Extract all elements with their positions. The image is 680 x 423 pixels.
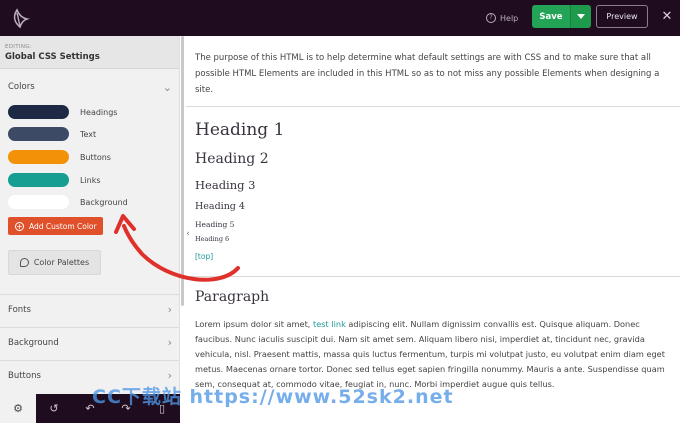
- paragraph-heading: Paragraph: [195, 289, 270, 305]
- section-label: Background: [8, 337, 59, 348]
- heading-3: Heading 3: [195, 178, 256, 192]
- help-label: Help: [500, 13, 519, 23]
- section-fonts[interactable]: Fonts ›: [0, 294, 179, 324]
- chevron-right-icon: ›: [167, 303, 172, 316]
- color-palettes-button[interactable]: Color Palettes: [8, 250, 101, 275]
- chevron-down-icon: ⌄: [162, 80, 172, 94]
- divider: [186, 276, 680, 277]
- color-item-headings[interactable]: Headings: [8, 105, 117, 119]
- color-label: Buttons: [80, 152, 111, 162]
- color-label: Links: [80, 175, 101, 185]
- section-label: Buttons: [8, 370, 41, 381]
- preview-content: The purpose of this HTML is to help dete…: [186, 36, 680, 423]
- paragraph-text-end: adipiscing elit. Nullam dignissim conval…: [195, 319, 665, 389]
- section-label: Fonts: [8, 304, 31, 315]
- top-bar: ? Help Save Preview ✕: [0, 0, 680, 36]
- color-swatch[interactable]: [8, 173, 69, 187]
- color-label: Background: [80, 197, 128, 207]
- palette-icon: [19, 258, 29, 267]
- add-custom-color-button[interactable]: + Add Custom Color: [8, 217, 103, 235]
- chevron-right-icon: ›: [167, 369, 172, 382]
- color-swatch[interactable]: [8, 150, 69, 164]
- color-swatch[interactable]: [8, 105, 69, 119]
- save-options-dropdown[interactable]: [570, 5, 591, 28]
- watermark-text: CC下载站 https://www.52sk2.net: [92, 386, 454, 408]
- save-button[interactable]: Save: [532, 5, 570, 28]
- intro-text: The purpose of this HTML is to help dete…: [195, 53, 660, 95]
- sprout-logo-icon[interactable]: [8, 6, 32, 30]
- color-item-buttons[interactable]: Buttons: [8, 150, 111, 164]
- add-custom-color-label: Add Custom Color: [29, 221, 97, 231]
- color-item-text[interactable]: Text: [8, 127, 96, 141]
- chevron-right-icon: ›: [167, 336, 172, 349]
- editing-header: EDITING: Global CSS Settings: [0, 36, 179, 69]
- color-label: Headings: [80, 107, 118, 117]
- color-item-background[interactable]: Background: [8, 195, 128, 209]
- close-icon[interactable]: ✕: [660, 10, 674, 24]
- divider: [186, 106, 680, 107]
- color-label: Text: [80, 129, 97, 139]
- editing-label: EDITING:: [5, 44, 32, 50]
- editing-title: Global CSS Settings: [5, 52, 100, 62]
- gear-icon[interactable]: ⚙: [0, 394, 36, 423]
- section-colors-label: Colors: [8, 82, 35, 92]
- question-circle-icon: ?: [486, 13, 496, 23]
- help-button[interactable]: ? Help: [486, 10, 518, 26]
- color-item-links[interactable]: Links: [8, 173, 101, 187]
- color-swatch[interactable]: [8, 195, 69, 209]
- paragraph-text: Lorem ipsum dolor sit amet, test link ad…: [195, 317, 675, 392]
- plus-circle-icon: +: [15, 221, 24, 231]
- history-icon[interactable]: ↺: [36, 394, 72, 423]
- color-palettes-label: Color Palettes: [33, 258, 90, 267]
- section-colors[interactable]: Colors ⌄: [0, 72, 179, 102]
- preview-button[interactable]: Preview: [596, 5, 648, 28]
- test-link[interactable]: test link: [313, 319, 346, 329]
- save-button-group: Save: [532, 5, 591, 28]
- heading-2: Heading 2: [195, 151, 269, 167]
- heading-1: Heading 1: [195, 120, 285, 140]
- annotation-arrow-icon: [114, 214, 240, 282]
- paragraph-text-start: Lorem ipsum dolor sit amet,: [195, 319, 313, 329]
- color-swatch[interactable]: [8, 127, 69, 141]
- section-background[interactable]: Background ›: [0, 327, 179, 357]
